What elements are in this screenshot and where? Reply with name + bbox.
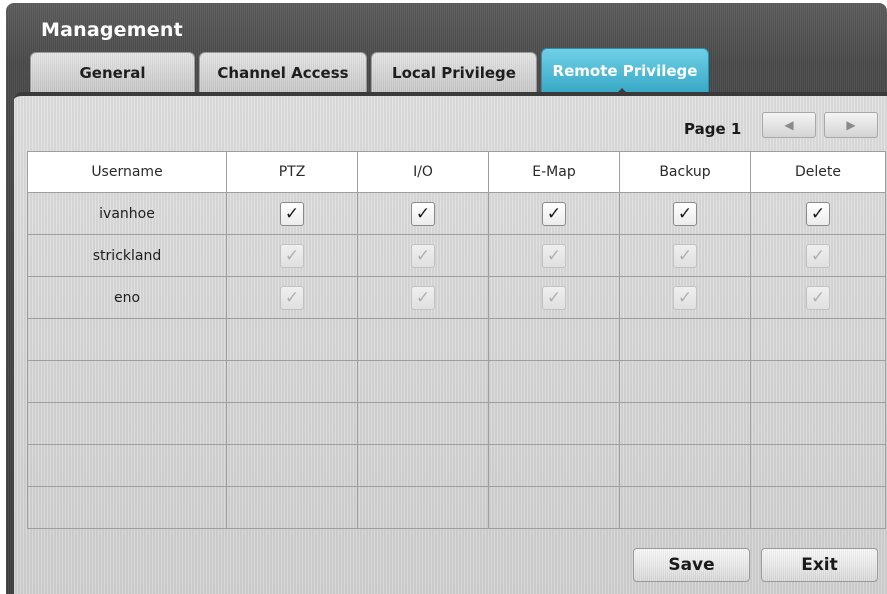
delete-checkbox: ✓ [806, 243, 830, 268]
empty-cell [357, 318, 489, 361]
checkbox-cell: ✓ [488, 276, 620, 319]
empty-table-row [27, 486, 886, 529]
empty-cell [619, 360, 751, 403]
empty-cell [488, 444, 620, 487]
delete-checkbox[interactable]: ✓ [806, 201, 830, 226]
triangle-right-icon: ▶ [846, 118, 856, 132]
emap-checkbox[interactable]: ✓ [542, 201, 566, 226]
checkbox-cell: ✓ [619, 234, 751, 277]
emap-checkbox: ✓ [542, 285, 566, 310]
empty-cell [226, 402, 358, 445]
username-cell: strickland [27, 234, 227, 277]
empty-cell [27, 318, 227, 361]
tab-general[interactable]: General [30, 52, 195, 92]
empty-table-row [27, 444, 886, 487]
table-row: ivanhoe ✓ ✓ ✓ ✓ ✓ [27, 192, 886, 235]
empty-cell [357, 444, 489, 487]
username-cell: eno [27, 276, 227, 319]
window-title: Management [41, 19, 183, 41]
empty-cell [357, 360, 489, 403]
column-header-username: Username [27, 151, 227, 193]
checkbox-cell: ✓ [357, 234, 489, 277]
table-row: strickland ✓ ✓ ✓ ✓ ✓ [27, 234, 886, 277]
empty-cell [750, 486, 886, 529]
next-page-button[interactable]: ▶ [824, 112, 878, 138]
empty-table-row [27, 402, 886, 445]
tab-local-privilege[interactable]: Local Privilege [371, 52, 537, 92]
ptz-checkbox[interactable]: ✓ [280, 201, 304, 226]
empty-cell [226, 486, 358, 529]
username-cell: ivanhoe [27, 192, 227, 235]
backup-checkbox[interactable]: ✓ [673, 201, 697, 226]
empty-cell [27, 360, 227, 403]
tab-remote-privilege[interactable]: Remote Privilege [541, 48, 709, 92]
empty-cell [619, 402, 751, 445]
empty-cell [488, 402, 620, 445]
backup-checkbox: ✓ [673, 285, 697, 310]
checkbox-cell: ✓ [750, 192, 886, 235]
empty-cell [357, 486, 489, 529]
page-indicator: Page 1 [684, 120, 742, 138]
column-header-io: I/O [357, 151, 489, 193]
checkbox-cell: ✓ [619, 276, 751, 319]
checkbox-cell: ✓ [226, 276, 358, 319]
empty-cell [488, 318, 620, 361]
empty-cell [619, 486, 751, 529]
column-header-ptz: PTZ [226, 151, 358, 193]
triangle-left-icon: ◀ [784, 118, 794, 132]
io-checkbox: ✓ [411, 285, 435, 310]
empty-cell [27, 402, 227, 445]
save-button[interactable]: Save [633, 548, 750, 582]
empty-cell [27, 486, 227, 529]
io-checkbox[interactable]: ✓ [411, 201, 435, 226]
privilege-table: Username PTZ I/O E-Map Backup Delete iva… [27, 151, 886, 529]
empty-cell [619, 318, 751, 361]
empty-cell [488, 360, 620, 403]
checkbox-cell: ✓ [488, 234, 620, 277]
emap-checkbox: ✓ [542, 243, 566, 268]
column-header-backup: Backup [619, 151, 751, 193]
empty-cell [750, 318, 886, 361]
empty-cell [226, 318, 358, 361]
checkbox-cell: ✓ [750, 276, 886, 319]
empty-cell [750, 360, 886, 403]
empty-cell [357, 402, 489, 445]
empty-table-row [27, 318, 886, 361]
empty-cell [750, 444, 886, 487]
empty-cell [750, 402, 886, 445]
checkbox-cell: ✓ [226, 192, 358, 235]
tab-channel-access[interactable]: Channel Access [199, 52, 367, 92]
checkbox-cell: ✓ [619, 192, 751, 235]
delete-checkbox: ✓ [806, 285, 830, 310]
checkbox-cell: ✓ [357, 192, 489, 235]
column-header-delete: Delete [750, 151, 886, 193]
prev-page-button[interactable]: ◀ [762, 112, 816, 138]
ptz-checkbox: ✓ [280, 243, 304, 268]
checkbox-cell: ✓ [226, 234, 358, 277]
empty-cell [226, 360, 358, 403]
table-row: eno ✓ ✓ ✓ ✓ ✓ [27, 276, 886, 319]
empty-cell [619, 444, 751, 487]
exit-button[interactable]: Exit [761, 548, 878, 582]
ptz-checkbox: ✓ [280, 285, 304, 310]
empty-cell [226, 444, 358, 487]
checkbox-cell: ✓ [488, 192, 620, 235]
active-tab-caret-icon [617, 88, 627, 93]
table-header-row: Username PTZ I/O E-Map Backup Delete [27, 151, 886, 193]
backup-checkbox: ✓ [673, 243, 697, 268]
io-checkbox: ✓ [411, 243, 435, 268]
empty-cell [488, 486, 620, 529]
empty-table-row [27, 360, 886, 403]
checkbox-cell: ✓ [750, 234, 886, 277]
checkbox-cell: ✓ [357, 276, 489, 319]
column-header-emap: E-Map [488, 151, 620, 193]
empty-cell [27, 444, 227, 487]
